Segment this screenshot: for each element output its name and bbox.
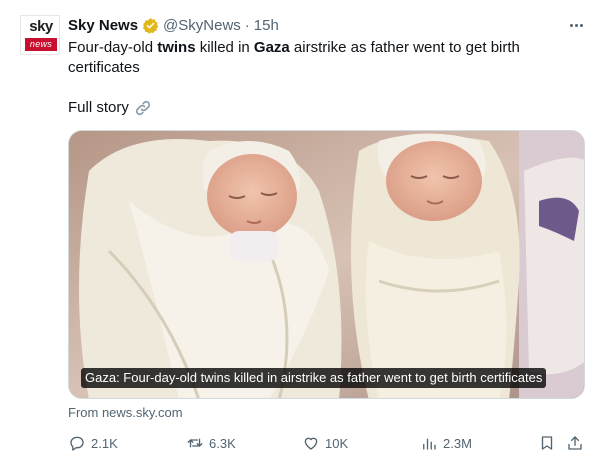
tweet-text-part: Four-day-old [68, 39, 158, 56]
separator: · [244, 16, 250, 34]
tweet-text-part: killed in [195, 39, 254, 56]
tweet-header: Sky News @SkyNews · 15h [68, 15, 279, 35]
reply-button[interactable]: 2.1K [68, 432, 118, 454]
reply-count: 2.1K [91, 435, 118, 451]
retweet-count: 6.3K [209, 435, 236, 451]
retweet-button[interactable]: 6.3K [186, 432, 236, 454]
article-card-image[interactable]: Gaza: Four-day-old twins killed in airst… [68, 130, 585, 399]
tweet-text: Four-day-old twins killed in Gaza airstr… [68, 38, 588, 78]
timestamp[interactable]: 15h [254, 17, 279, 34]
account-name[interactable]: Sky News [68, 17, 138, 34]
tweet-text-bold: twins [157, 39, 196, 56]
share-button[interactable] [566, 432, 584, 454]
reply-icon [70, 436, 84, 451]
tweet[interactable]: sky news Sky News @SkyNews · 15h Four-da… [0, 0, 607, 471]
views-button[interactable]: 2.3M [420, 432, 472, 454]
avatar-logo-bar: news [25, 38, 57, 51]
verified-badge-icon[interactable] [142, 17, 159, 34]
image-caption: Gaza: Four-day-old twins killed in airst… [81, 368, 547, 388]
views-icon [423, 438, 436, 450]
link-source[interactable]: From news.sky.com [68, 404, 183, 422]
bookmark-button[interactable] [538, 432, 556, 454]
views-count: 2.3M [443, 435, 472, 451]
avatar-logo-top: sky [29, 18, 53, 35]
link-icon [135, 100, 150, 116]
avatar[interactable]: sky news [20, 15, 60, 55]
heart-icon [304, 437, 318, 450]
more-icon[interactable] [565, 15, 587, 35]
full-story: Full story [68, 98, 152, 118]
twins-photo [69, 131, 584, 398]
tweet-text-bold: Gaza [253, 39, 290, 56]
like-button[interactable]: 10K [302, 432, 348, 454]
action-bar: 2.1K 6.3K 10K 2.3M [68, 432, 588, 454]
bookmark-icon [541, 436, 553, 450]
like-count: 10K [325, 435, 349, 451]
full-story-label: Full story [68, 99, 129, 116]
account-handle[interactable]: @SkyNews [163, 17, 241, 34]
share-icon [568, 436, 582, 450]
retweet-icon [187, 438, 203, 448]
